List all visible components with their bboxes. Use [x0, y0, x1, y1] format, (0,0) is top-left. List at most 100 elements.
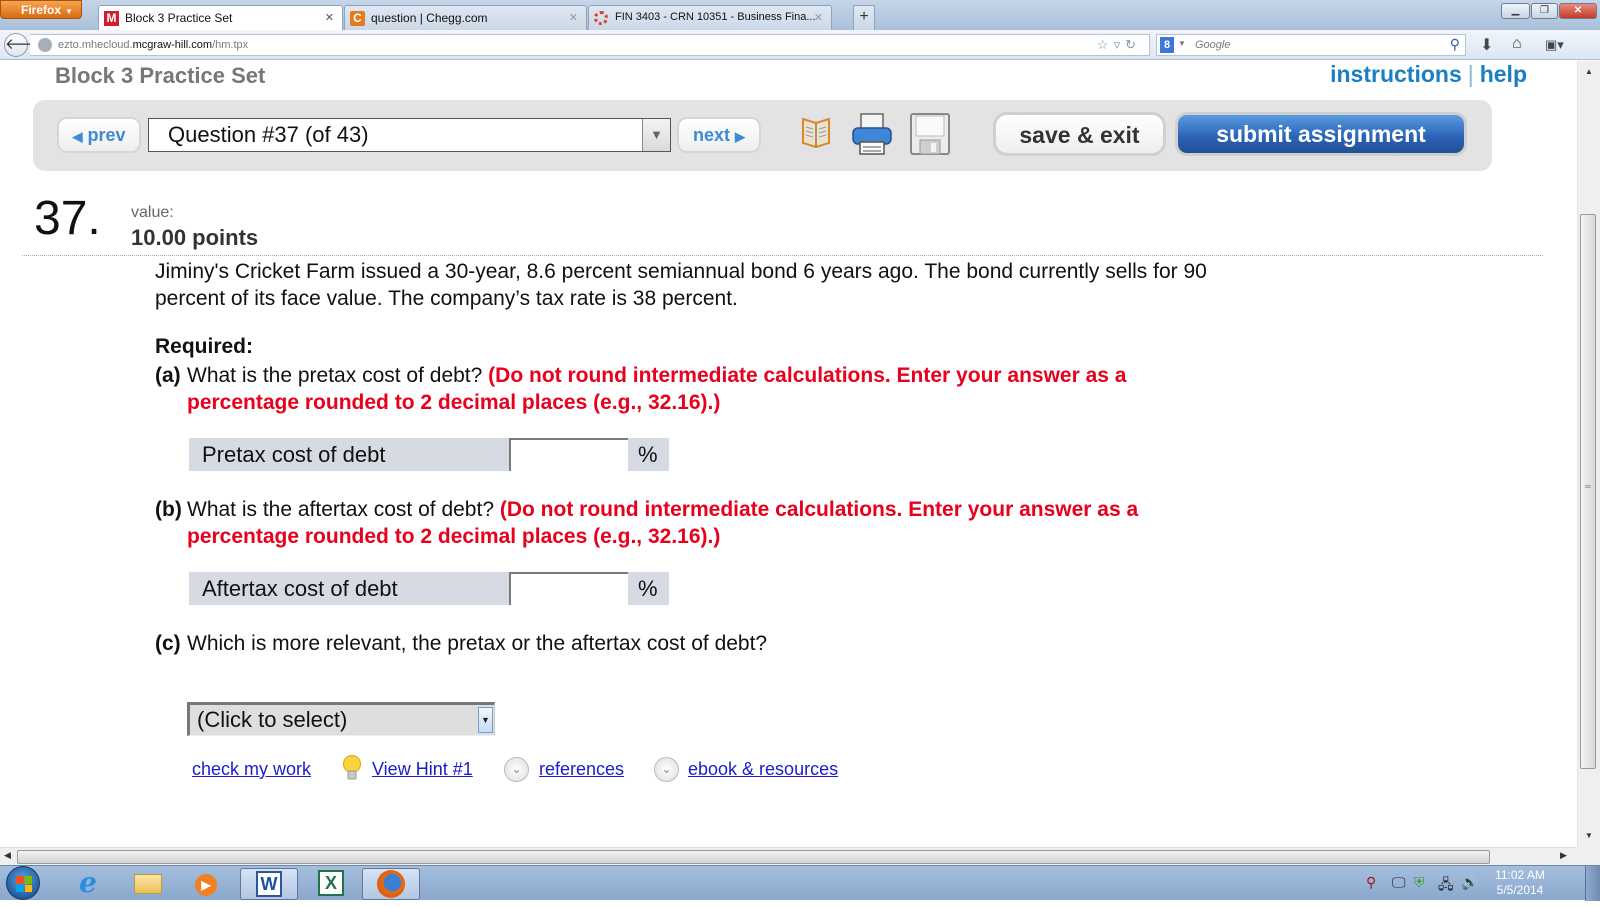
- reload-icon[interactable]: ↻: [1125, 37, 1141, 52]
- pretax-cost-row: Pretax cost of debt %: [189, 438, 669, 471]
- triangle-right-icon: ▶: [735, 129, 746, 144]
- part-a-prompt: (a) What is the pretax cost of debt? (Do…: [155, 362, 1220, 416]
- network-tool-tray-icon[interactable]: ⚲: [1366, 874, 1376, 891]
- scroll-left-icon[interactable]: ◀: [4, 850, 11, 861]
- clock-date: 5/5/2014: [1496, 883, 1544, 897]
- aftertax-cost-input[interactable]: [509, 572, 628, 605]
- firefox-menu-button[interactable]: Firefox ▼: [0, 0, 82, 19]
- question-selector-value: Question #37 (of 43): [168, 122, 369, 147]
- firefox-icon[interactable]: [362, 868, 420, 900]
- horizontal-scrollbar[interactable]: ◀ ▶: [0, 847, 1577, 865]
- url-prefix: ezto.mhecloud.: [58, 39, 133, 51]
- media-player-icon[interactable]: ▶: [180, 868, 232, 900]
- tab-label: FIN 3403 - CRN 10351 - Business Fina...: [615, 11, 816, 23]
- mcgraw-hill-favicon-icon: M: [104, 11, 119, 26]
- question-selector[interactable]: Question #37 (of 43) ▼: [148, 118, 671, 152]
- close-tab-icon[interactable]: ✕: [569, 11, 578, 24]
- submit-assignment-button[interactable]: submit assignment: [1175, 112, 1467, 156]
- google-search-engine-icon[interactable]: 8: [1160, 37, 1174, 53]
- display-tray-icon[interactable]: 🖵: [1392, 874, 1406, 891]
- triangle-left-icon: ◀: [72, 129, 83, 144]
- browser-tab-bar: Firefox ▼ M Block 3 Practice Set ✕ C ques…: [0, 0, 1600, 31]
- tab-label: question | Chegg.com: [371, 11, 488, 25]
- percent-unit: %: [638, 442, 658, 467]
- search-icon[interactable]: ⚲: [1450, 36, 1460, 53]
- ebook-icon[interactable]: [801, 113, 831, 149]
- volume-tray-icon[interactable]: 🔊: [1461, 874, 1478, 891]
- url-domain: mcgraw-hill.com: [132, 39, 213, 51]
- references-link[interactable]: references: [539, 759, 624, 780]
- close-window-button[interactable]: ✕: [1559, 3, 1597, 19]
- ebook-resources-link[interactable]: ebook & resources: [688, 759, 838, 780]
- network-tray-icon[interactable]: 🖧: [1438, 874, 1454, 898]
- dropdown-arrow-icon[interactable]: ▼: [642, 119, 670, 151]
- horizontal-scroll-thumb[interactable]: [17, 850, 1490, 864]
- close-tab-icon[interactable]: ✕: [814, 11, 823, 24]
- show-desktop-button[interactable]: [1585, 866, 1600, 901]
- prev-button[interactable]: ◀ prev: [57, 117, 141, 153]
- tab-block-3-practice-set[interactable]: M Block 3 Practice Set ✕: [98, 5, 343, 31]
- downloads-icon[interactable]: ⬇: [1480, 35, 1493, 55]
- scroll-down-icon[interactable]: ▼: [1585, 831, 1593, 840]
- check-my-work-link[interactable]: check my work: [192, 759, 311, 780]
- tab-label: Block 3 Practice Set: [125, 11, 233, 25]
- close-tab-icon[interactable]: ✕: [325, 11, 334, 24]
- bookmarks-menu-icon[interactable]: ▣▾: [1545, 37, 1564, 53]
- link-separator: |: [1467, 61, 1474, 87]
- blackboard-favicon-icon: [594, 11, 608, 25]
- tab-fin-3403[interactable]: FIN 3403 - CRN 10351 - Business Fina... …: [588, 5, 832, 30]
- double-chevron-down-icon[interactable]: ⌄: [504, 757, 529, 782]
- file-explorer-icon[interactable]: [122, 868, 174, 900]
- internet-explorer-icon[interactable]: e: [62, 868, 114, 900]
- back-button[interactable]: 🡐: [4, 33, 45, 57]
- assignment-title: Block 3 Practice Set: [55, 63, 266, 88]
- percent-unit: %: [638, 576, 658, 601]
- value-label: value:: [131, 204, 174, 221]
- history-dropdown-icon[interactable]: ▿: [1114, 37, 1126, 52]
- url-path: /hm.tpx: [212, 39, 249, 51]
- chevron-down-icon: ▼: [65, 7, 73, 16]
- system-clock[interactable]: 11:02 AM 5/5/2014: [1485, 868, 1555, 898]
- scroll-corner: [1577, 847, 1600, 865]
- security-shield-tray-icon[interactable]: ⛨: [1414, 874, 1425, 891]
- start-button[interactable]: [6, 866, 40, 900]
- minimize-button[interactable]: ▁: [1501, 3, 1530, 19]
- print-icon[interactable]: [851, 112, 893, 156]
- part-a-question: What is the pretax cost of debt?: [187, 364, 483, 387]
- clock-time: 11:02 AM: [1495, 868, 1545, 882]
- scroll-up-icon[interactable]: ▲: [1585, 67, 1593, 76]
- dropdown-arrow-icon[interactable]: ▼: [478, 707, 493, 733]
- vertical-scrollbar[interactable]: ▲ ═ ▼: [1577, 61, 1600, 847]
- double-chevron-down-icon[interactable]: ⌄: [654, 757, 679, 782]
- pretax-cost-input[interactable]: [509, 438, 628, 471]
- help-link[interactable]: help: [1480, 61, 1527, 87]
- save-disk-icon[interactable]: [909, 112, 951, 156]
- pretax-cost-label: Pretax cost of debt: [202, 442, 386, 467]
- new-tab-button[interactable]: +: [853, 5, 875, 30]
- vertical-scroll-thumb[interactable]: ═: [1580, 214, 1596, 769]
- url-bar[interactable]: ezto.mhecloud.mcgraw-hill.com/hm.tpx ☆▿↻: [30, 34, 1150, 56]
- grip-icon: ═: [1585, 482, 1591, 491]
- search-bar[interactable]: 8 ▼ Google ⚲: [1156, 34, 1466, 56]
- aftertax-cost-label: Aftertax cost of debt: [202, 576, 398, 601]
- divider: [22, 255, 1543, 256]
- relevance-select[interactable]: (Click to select) ▼: [187, 702, 495, 736]
- view-hint-link[interactable]: View Hint #1: [372, 759, 473, 780]
- part-b-prompt: (b) What is the aftertax cost of debt? (…: [155, 496, 1220, 550]
- excel-icon[interactable]: X: [305, 868, 357, 900]
- scroll-right-icon[interactable]: ▶: [1560, 850, 1567, 861]
- next-button[interactable]: next ▶: [677, 117, 761, 153]
- word-icon[interactable]: W: [240, 868, 298, 900]
- home-icon[interactable]: ⌂: [1512, 35, 1522, 53]
- save-and-exit-button[interactable]: save & exit: [993, 112, 1166, 156]
- next-label: next: [692, 125, 730, 145]
- part-b-label: (b): [155, 498, 182, 521]
- search-placeholder: Google: [1195, 39, 1231, 51]
- chegg-favicon-icon: C: [350, 11, 365, 26]
- instructions-link[interactable]: instructions: [1330, 61, 1462, 87]
- tab-chegg-question[interactable]: C question | Chegg.com ✕: [344, 5, 587, 30]
- question-number: 37.: [34, 192, 101, 245]
- bookmark-star-icon[interactable]: ☆: [1097, 37, 1114, 52]
- part-b-question: What is the aftertax cost of debt?: [187, 498, 494, 521]
- restore-button[interactable]: ❐: [1531, 3, 1558, 19]
